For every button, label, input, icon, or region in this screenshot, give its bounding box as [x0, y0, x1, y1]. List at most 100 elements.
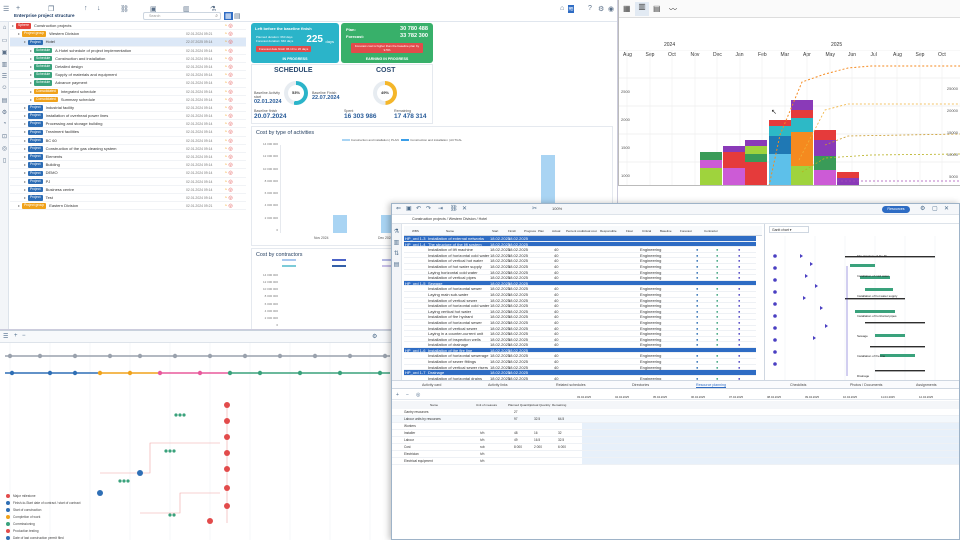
expand-icon[interactable]: ▸ — [24, 138, 26, 143]
settings-icon[interactable]: ⚙ — [598, 5, 604, 13]
expand-icon[interactable]: ▸ — [24, 179, 26, 184]
resource-row[interactable]: Labour h/h 49 16.5 32.5 — [392, 437, 959, 444]
table-icon[interactable]: ▦ — [623, 4, 631, 13]
tree-row[interactable]: ▸ Project Construction of the gas cleaning… — [10, 145, 246, 153]
expand-icon[interactable]: ▸ — [30, 48, 32, 53]
column-header[interactable]: Plan — [538, 229, 544, 233]
eye-icon[interactable]: ◎ — [0, 145, 9, 154]
resource-row[interactable]: Cost rub 8 000 2 000 6 000 — [392, 444, 959, 451]
line-chart-icon[interactable]: 〰 — [669, 4, 677, 15]
tree-row[interactable]: ▸ Schedule A.Hotel schedule of project imp… — [10, 47, 246, 55]
resource-row[interactable]: Labour units by resources 97 32.5 64.5 — [392, 416, 959, 423]
link-icon[interactable]: ⛓ — [120, 5, 129, 13]
detail-tab[interactable]: Activity links — [488, 383, 508, 387]
up-arrow-icon[interactable]: ↑ — [84, 5, 88, 12]
tree-row[interactable]: ▸ Project Installation of overhead power l… — [10, 112, 246, 121]
link-task-icon[interactable]: ⛓ — [450, 205, 458, 212]
expand-icon[interactable]: ▸ — [30, 80, 32, 85]
gantt-icon[interactable]: ≋ — [568, 5, 574, 13]
tree-row[interactable]: ▸ Project Elements 02.01.2024 09:14 ◔ ◎ — [10, 153, 246, 162]
remove-resource-icon[interactable]: − — [406, 392, 409, 398]
column-header[interactable]: Progress — [524, 229, 536, 233]
back-icon[interactable]: ⇐ — [396, 205, 401, 212]
zoom-value[interactable]: 100% — [552, 206, 562, 211]
search-icon[interactable]: ⌕ — [215, 13, 218, 19]
column-header[interactable]: Responsible — [600, 229, 617, 233]
trash-icon[interactable]: ✕ — [462, 205, 467, 212]
calendar-rail-icon[interactable]: ▣ — [0, 49, 9, 58]
cost-card[interactable]: Plan: 30 780 488 Forecast: 33 782 300 Fo… — [341, 23, 433, 63]
calendar-icon[interactable]: ▣ — [150, 5, 157, 13]
columns-icon[interactable]: ▥ — [392, 239, 401, 246]
expand-icon[interactable]: ▸ — [24, 187, 26, 192]
chart-icon[interactable]: ▥ — [183, 5, 190, 13]
tree-row[interactable]: ▸ Project Hotel 22.07.2025 09:14 ◔ ◎ — [10, 38, 246, 47]
column-header[interactable]: Percent cost — [566, 229, 583, 233]
tree-row[interactable]: ▸ Schedule Construction and installation 02… — [10, 55, 246, 63]
detail-tab[interactable]: Resource planning — [696, 383, 726, 388]
resource-row[interactable]: Installer h/h 48 16 32 — [392, 430, 959, 437]
tree-row[interactable]: ▸ Schedule Detailed design 02.01.2024 09:14… — [10, 63, 246, 72]
zoom-in-icon[interactable]: + — [14, 333, 18, 339]
resource-row[interactable]: Workers — [392, 423, 959, 430]
expand-icon[interactable]: ▸ — [24, 105, 26, 110]
column-header[interactable]: Forecast — [680, 229, 692, 233]
tree-row[interactable]: ▸ Project Treatment facilities 02.01.2024 0… — [10, 128, 246, 137]
search-input[interactable]: Search ⌕ — [143, 12, 221, 20]
filter-icon[interactable]: ⚗ — [392, 228, 401, 235]
column-header[interactable]: Actual — [552, 229, 560, 233]
pin-icon[interactable]: ⌂ — [560, 5, 564, 12]
close-icon[interactable]: ✕ — [944, 205, 949, 212]
tree-row[interactable]: ▸ Project PJ 02.01.2024 09:14 ◔ ◎ — [10, 178, 246, 186]
down-arrow-icon[interactable]: ↓ — [97, 5, 101, 12]
tree-row[interactable]: ▸ Project Test 02.01.2024 09:14 ◔ ◎ — [10, 194, 246, 203]
redo-icon[interactable]: ↷ — [426, 205, 431, 212]
resource-column-header[interactable]: Planned Quantity — [508, 403, 531, 407]
column-header[interactable]: Baseline — [660, 229, 672, 233]
expand-icon[interactable]: ▸ — [30, 97, 32, 102]
breadcrumb[interactable]: Construction projects / Western Division… — [412, 217, 487, 221]
grid-view-icon[interactable]: ▤ — [234, 12, 241, 20]
expand-icon[interactable]: ▸ — [30, 72, 32, 77]
column-header[interactable]: Name — [446, 229, 454, 233]
tree-view-icon[interactable]: ▦ — [224, 12, 233, 20]
expand-icon[interactable]: ▸ — [12, 23, 14, 28]
detail-tab[interactable]: Photos / Documents — [850, 383, 882, 387]
tree-row[interactable]: ▸ Project Processing and storage building 0… — [10, 120, 246, 129]
histogram-icon[interactable]: ▥ — [635, 2, 649, 16]
user-icon[interactable]: ◉ — [608, 5, 614, 13]
tree-row[interactable]: ▸ Sphere Construction projects ◔ ◎ — [10, 22, 246, 31]
expand-icon[interactable]: ▸ — [24, 195, 26, 200]
home-icon[interactable]: ⌂ — [0, 25, 9, 34]
column-header[interactable]: Critical — [642, 229, 651, 233]
zoom-out-icon[interactable]: − — [22, 333, 26, 339]
menu-icon[interactable]: ☰ — [3, 5, 9, 13]
expand-icon[interactable]: ▸ — [30, 64, 32, 69]
list-icon[interactable]: ☰ — [0, 73, 9, 82]
resource-row[interactable]: Electrician h/h — [392, 451, 959, 458]
resource-row[interactable]: Gantry resources 27 — [392, 409, 959, 416]
add-resource-icon[interactable]: + — [396, 392, 399, 398]
people-icon[interactable]: ☺ — [0, 85, 9, 94]
detail-tab[interactable]: Directories — [632, 383, 649, 387]
detail-tab[interactable]: Activity card — [422, 383, 441, 387]
bell-icon[interactable]: ◔ — [0, 121, 9, 130]
expand-icon[interactable]: ▸ — [24, 162, 26, 167]
expand-icon[interactable]: ▸ — [24, 170, 26, 175]
cut-icon[interactable]: ✂ — [532, 205, 537, 212]
detail-tab[interactable]: Related schedules — [556, 383, 586, 387]
folder-icon[interactable]: ▭ — [0, 37, 9, 46]
column-header[interactable]: Finish — [508, 229, 516, 233]
expand-icon[interactable]: ▸ — [30, 56, 32, 61]
expand-icon[interactable]: ▸ — [24, 154, 26, 159]
tree-row[interactable]: ▸ Project BC 60 02.01.2024 09:14 ◔ ◎ — [10, 137, 246, 145]
book-icon[interactable]: ▯ — [0, 157, 9, 166]
resource-column-header[interactable]: Actual Quantity — [530, 403, 550, 407]
tree-row[interactable]: ▸ Project group Western Division 02.01.2024… — [10, 30, 246, 39]
tree-row[interactable]: ▸ Consolidated Summary schedule 02.01.2024 … — [10, 96, 246, 104]
lock-icon[interactable]: ⊡ — [0, 133, 9, 142]
detail-tab[interactable]: Assignments — [916, 383, 937, 387]
resource-column-header[interactable]: Name — [430, 403, 438, 407]
undo-icon[interactable]: ↶ — [416, 205, 421, 212]
tree-row[interactable]: ▸ Project Building 02.01.2024 09:14 ◔ ◎ — [10, 161, 246, 170]
